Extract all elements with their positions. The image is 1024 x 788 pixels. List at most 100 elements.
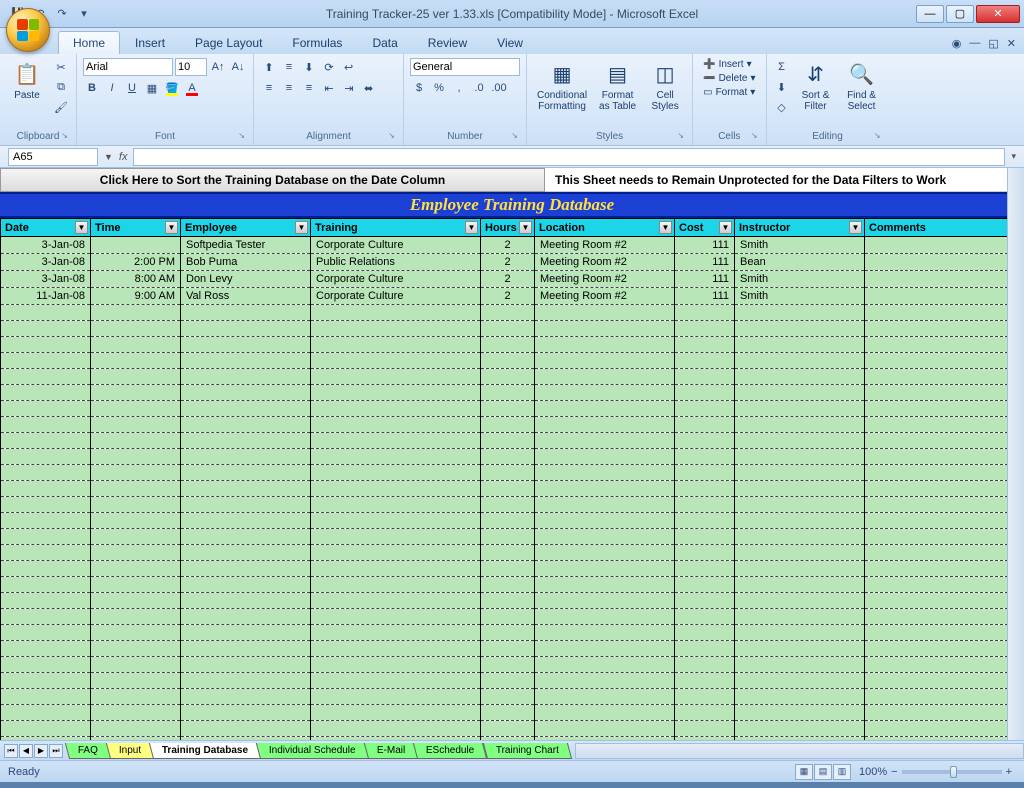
cell-training[interactable] (311, 641, 481, 657)
sheet-nav-last[interactable]: ⏭ (49, 744, 63, 758)
cell-location[interactable] (535, 609, 675, 625)
cell-employee[interactable] (181, 337, 311, 353)
cell-location[interactable] (535, 577, 675, 593)
cell-cost[interactable] (675, 529, 735, 545)
cell-instructor[interactable]: Smith (735, 288, 865, 305)
cell-time[interactable] (91, 625, 181, 641)
cell-cost[interactable] (675, 321, 735, 337)
table-row[interactable] (1, 513, 1024, 529)
table-row[interactable] (1, 497, 1024, 513)
paste-button[interactable]: 📋 Paste (6, 58, 48, 103)
cell-comments[interactable] (865, 721, 1024, 737)
table-row[interactable] (1, 529, 1024, 545)
formula-expand-icon[interactable]: ▾ (1011, 151, 1016, 162)
table-row[interactable] (1, 625, 1024, 641)
cell-instructor[interactable] (735, 337, 865, 353)
cell-training[interactable] (311, 737, 481, 741)
cell-comments[interactable] (865, 641, 1024, 657)
cell-training[interactable] (311, 609, 481, 625)
cell-employee[interactable] (181, 673, 311, 689)
cell-comments[interactable] (865, 417, 1024, 433)
sheet-tab-e-mail[interactable]: E-Mail (364, 743, 419, 759)
cell-date[interactable] (1, 449, 91, 465)
cell-training[interactable] (311, 353, 481, 369)
cell-hours[interactable] (481, 449, 535, 465)
cell-location[interactable] (535, 657, 675, 673)
cell-comments[interactable] (865, 237, 1024, 254)
cell-comments[interactable] (865, 481, 1024, 497)
cell-hours[interactable] (481, 737, 535, 741)
tab-formulas[interactable]: Formulas (277, 31, 357, 54)
cell-employee[interactable] (181, 705, 311, 721)
cell-training[interactable] (311, 657, 481, 673)
autosum-button[interactable]: Σ (773, 58, 791, 76)
name-box[interactable]: A65 (8, 148, 98, 166)
cell-hours[interactable]: 2 (481, 288, 535, 305)
cell-employee[interactable] (181, 465, 311, 481)
cell-instructor[interactable] (735, 497, 865, 513)
column-header-date[interactable]: Date▼ (1, 219, 91, 237)
cell-employee[interactable] (181, 497, 311, 513)
cell-cost[interactable] (675, 401, 735, 417)
cell-employee[interactable] (181, 577, 311, 593)
cell-comments[interactable] (865, 288, 1024, 305)
vertical-scrollbar[interactable] (1007, 168, 1024, 740)
zoom-in-button[interactable]: + (1006, 766, 1012, 778)
cell-date[interactable] (1, 689, 91, 705)
table-row[interactable]: 3-Jan-088:00 AMDon LevyCorporate Culture… (1, 271, 1024, 288)
cell-training[interactable] (311, 401, 481, 417)
cell-date[interactable] (1, 657, 91, 673)
cell-time[interactable] (91, 305, 181, 321)
cell-date[interactable] (1, 545, 91, 561)
cell-location[interactable] (535, 641, 675, 657)
cell-location[interactable] (535, 385, 675, 401)
table-row[interactable] (1, 689, 1024, 705)
zoom-slider[interactable] (902, 770, 1002, 774)
cell-cost[interactable] (675, 417, 735, 433)
cell-cost[interactable] (675, 481, 735, 497)
cell-employee[interactable] (181, 385, 311, 401)
tab-home[interactable]: Home (58, 31, 120, 54)
cell-training[interactable]: Corporate Culture (311, 271, 481, 288)
cell-cost[interactable]: 111 (675, 237, 735, 254)
cell-location[interactable] (535, 625, 675, 641)
cell-date[interactable] (1, 673, 91, 689)
cell-instructor[interactable] (735, 385, 865, 401)
zoom-out-button[interactable]: − (891, 766, 897, 778)
cell-date[interactable] (1, 497, 91, 513)
cell-date[interactable] (1, 385, 91, 401)
cell-hours[interactable] (481, 353, 535, 369)
cell-location[interactable] (535, 401, 675, 417)
filter-dropdown-date[interactable]: ▼ (75, 221, 88, 234)
number-format-select[interactable] (410, 58, 520, 76)
cell-date[interactable] (1, 529, 91, 545)
cell-employee[interactable] (181, 721, 311, 737)
insert-cells-button[interactable]: ➕Insert ▾ (699, 58, 756, 71)
doc-close-button[interactable]: ✕ (1007, 37, 1016, 50)
cell-cost[interactable] (675, 689, 735, 705)
cell-training[interactable] (311, 689, 481, 705)
cell-employee[interactable] (181, 513, 311, 529)
sheet-nav-next[interactable]: ▶ (34, 744, 48, 758)
cell-cost[interactable] (675, 625, 735, 641)
cell-location[interactable] (535, 721, 675, 737)
help-icon[interactable]: ◉ (952, 37, 962, 50)
cell-location[interactable]: Meeting Room #2 (535, 288, 675, 305)
cell-comments[interactable] (865, 369, 1024, 385)
tab-review[interactable]: Review (413, 31, 482, 54)
copy-button[interactable]: ⧉ (52, 78, 70, 96)
cell-date[interactable] (1, 625, 91, 641)
cell-cost[interactable] (675, 657, 735, 673)
cell-cost[interactable] (675, 353, 735, 369)
cell-comments[interactable] (865, 271, 1024, 288)
cell-instructor[interactable] (735, 657, 865, 673)
cell-cost[interactable] (675, 641, 735, 657)
page-break-view-button[interactable]: ▥ (833, 764, 851, 780)
cell-instructor[interactable] (735, 529, 865, 545)
cell-cost[interactable] (675, 369, 735, 385)
close-button[interactable]: ✕ (976, 5, 1020, 23)
cell-cost[interactable] (675, 737, 735, 741)
cell-training[interactable] (311, 545, 481, 561)
cell-time[interactable] (91, 721, 181, 737)
column-header-comments[interactable]: Comments▼ (865, 219, 1024, 237)
